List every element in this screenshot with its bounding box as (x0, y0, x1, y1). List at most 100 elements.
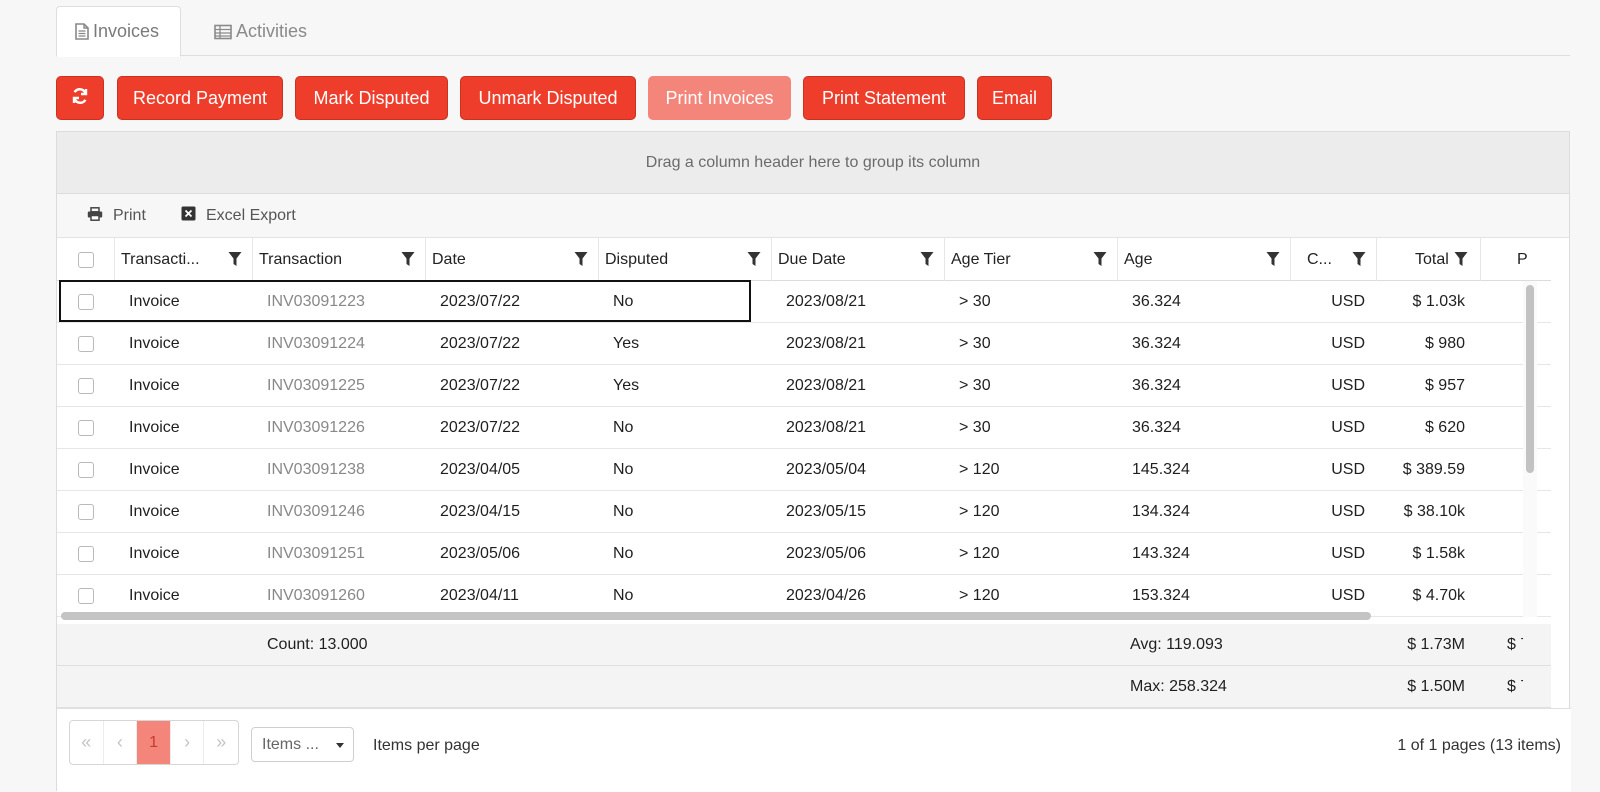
row-checkbox-cell[interactable] (57, 491, 115, 533)
total-max-aggregate: $ 1.50M (1407, 678, 1465, 695)
print-invoices-button[interactable]: Print Invoices (648, 76, 791, 120)
record-payment-button[interactable]: Record Payment (117, 76, 283, 120)
transaction-link[interactable]: INV03091226 (267, 407, 365, 449)
filter-icon[interactable] (1454, 251, 1468, 267)
age-cell: 134.324 (1132, 503, 1190, 520)
transaction-link[interactable]: INV03091238 (267, 449, 365, 491)
row-checkbox-cell[interactable] (57, 575, 115, 617)
row-checkbox[interactable] (78, 588, 94, 604)
header-currency[interactable]: C... (1291, 238, 1377, 281)
header-disputed[interactable]: Disputed (599, 238, 772, 281)
row-checkbox[interactable] (78, 294, 94, 310)
transaction-type-cell: Invoice (129, 503, 180, 520)
chevron-left-icon[interactable]: ‹ (104, 721, 138, 764)
age-cell: 145.324 (1132, 461, 1190, 478)
age-cell: 36.324 (1132, 293, 1181, 310)
grid-header: Transacti... Transaction Date Disputed D… (57, 238, 1551, 281)
row-checkbox[interactable] (78, 420, 94, 436)
filter-icon[interactable] (1093, 251, 1107, 267)
header-label: Due Date (778, 250, 846, 268)
select-all-checkbox-cell[interactable] (57, 238, 115, 281)
print-statement-button[interactable]: Print Statement (803, 76, 965, 120)
table-row[interactable]: Invoice INV03091238 2023/04/05 No 2023/05/04… (57, 449, 1551, 491)
table-row[interactable]: Invoice INV03091224 2023/07/22 Yes 2023/08/2… (57, 323, 1551, 365)
unmark-disputed-button[interactable]: Unmark Disputed (460, 76, 636, 120)
table-row[interactable]: Invoice INV03091246 2023/04/15 No 2023/05/15… (57, 491, 1551, 533)
currency-cell: USD (1331, 461, 1365, 478)
header-due-date[interactable]: Due Date (772, 238, 945, 281)
mark-disputed-button[interactable]: Mark Disputed (295, 76, 448, 120)
excel-icon (181, 206, 196, 226)
table-row[interactable]: Invoice INV03091226 2023/07/22 No 2023/08/21… (57, 407, 1551, 449)
items-per-page-select[interactable]: Items ... (251, 727, 354, 762)
table-row[interactable]: Invoice INV03091225 2023/07/22 Yes 2023/08/2… (57, 365, 1551, 407)
transaction-type-cell: Invoice (129, 377, 180, 394)
tab-invoices[interactable]: Invoices (56, 6, 181, 57)
filter-icon[interactable] (747, 251, 761, 267)
group-panel[interactable]: Drag a column header here to group its c… (57, 132, 1569, 194)
transaction-link[interactable]: INV03091224 (267, 323, 365, 365)
row-checkbox[interactable] (78, 378, 94, 394)
header-age-tier[interactable]: Age Tier (945, 238, 1118, 281)
due-date-cell: 2023/08/21 (786, 293, 867, 310)
double-chevron-left-icon[interactable]: « (70, 721, 104, 764)
vertical-scroll-thumb[interactable] (1526, 285, 1534, 473)
total-cell: $ 4.70k (1412, 587, 1465, 604)
header-transaction-type[interactable]: Transacti... (115, 238, 253, 281)
filter-icon[interactable] (401, 251, 415, 267)
table-row[interactable]: Invoice INV03091260 2023/04/11 No 2023/04/26… (57, 575, 1551, 617)
age-tier-cell: > 30 (959, 335, 991, 352)
row-checkbox-cell[interactable] (57, 281, 115, 323)
transaction-link[interactable]: INV03091225 (267, 365, 365, 407)
total-cell: $ 1.58k (1412, 545, 1465, 562)
filter-icon[interactable] (1266, 251, 1280, 267)
invoice-grid: Drag a column header here to group its c… (56, 131, 1571, 792)
currency-cell: USD (1331, 293, 1365, 310)
row-checkbox-cell[interactable] (57, 323, 115, 365)
row-checkbox-cell[interactable] (57, 533, 115, 575)
total-cell: $ 980 (1424, 335, 1465, 352)
transaction-link[interactable]: INV03091223 (267, 281, 365, 323)
refresh-button[interactable] (56, 76, 104, 120)
row-checkbox-cell[interactable] (57, 407, 115, 449)
double-chevron-right-icon[interactable]: » (204, 721, 238, 764)
date-cell: 2023/07/22 (440, 419, 521, 436)
excel-export-button[interactable]: Excel Export (181, 194, 296, 238)
page-number-button[interactable]: 1 (137, 721, 171, 764)
filter-icon[interactable] (228, 251, 242, 267)
horizontal-scroll-thumb[interactable] (61, 612, 1371, 620)
tab-strip: Invoices Activities (56, 6, 1570, 57)
page-buttons: « ‹ 1 › » (69, 720, 239, 765)
header-transaction[interactable]: Transaction (253, 238, 426, 281)
filter-icon[interactable] (574, 251, 588, 267)
table-row[interactable]: Invoice INV03091223 2023/07/22 No 2023/08/21… (57, 281, 1551, 323)
transaction-type-cell: Invoice (129, 587, 180, 604)
tab-activities[interactable]: Activities (196, 6, 325, 57)
filter-icon[interactable] (1352, 251, 1366, 267)
currency-cell: USD (1331, 503, 1365, 520)
row-checkbox-cell[interactable] (57, 449, 115, 491)
table-row[interactable]: Invoice INV03091251 2023/05/06 No 2023/05/06… (57, 533, 1551, 575)
vertical-scrollbar[interactable] (1523, 281, 1537, 617)
transaction-link[interactable]: INV03091251 (267, 533, 365, 575)
row-checkbox-cell[interactable] (57, 365, 115, 407)
row-checkbox[interactable] (78, 462, 94, 478)
header-date[interactable]: Date (426, 238, 599, 281)
date-cell: 2023/04/11 (440, 587, 519, 604)
select-all-checkbox[interactable] (77, 251, 94, 268)
age-tier-cell: > 120 (959, 587, 1000, 604)
email-button[interactable]: Email (977, 76, 1052, 120)
transaction-link[interactable]: INV03091260 (267, 575, 365, 617)
transaction-link[interactable]: INV03091246 (267, 491, 365, 533)
grid-print-button[interactable]: Print (87, 194, 146, 238)
header-partial[interactable]: P (1481, 238, 1551, 281)
currency-cell: USD (1331, 377, 1365, 394)
header-age[interactable]: Age (1118, 238, 1291, 281)
row-checkbox[interactable] (78, 336, 94, 352)
chevron-right-icon[interactable]: › (171, 721, 205, 764)
filter-icon[interactable] (920, 251, 934, 267)
row-checkbox[interactable] (78, 546, 94, 562)
row-checkbox[interactable] (78, 504, 94, 520)
header-total[interactable]: Total (1377, 238, 1481, 281)
date-cell: 2023/05/06 (440, 545, 521, 562)
